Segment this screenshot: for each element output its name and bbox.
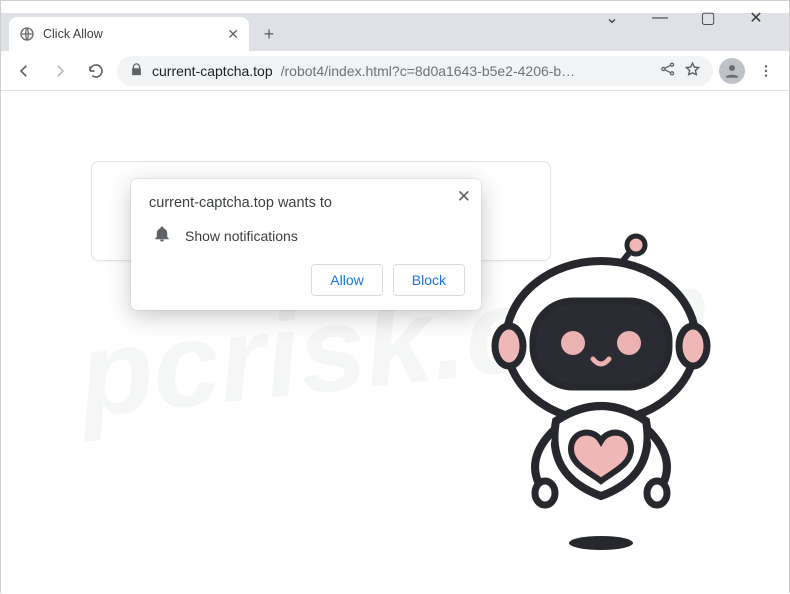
profile-avatar[interactable] <box>719 58 745 84</box>
dialog-permission-item: Show notifications <box>185 228 298 244</box>
window-close-button[interactable]: ✕ <box>741 7 771 29</box>
address-bar[interactable]: current-captcha.top /robot4/index.html?c… <box>117 56 713 86</box>
window-minimize-button[interactable]: — <box>645 7 675 29</box>
reload-button[interactable] <box>81 56 111 86</box>
kebab-menu-icon[interactable] <box>751 56 781 86</box>
back-button[interactable] <box>9 56 39 86</box>
window-maximize-button[interactable]: ▢ <box>693 7 723 29</box>
tab-search-chevron-icon[interactable]: ⌄ <box>597 7 627 29</box>
tab-close-icon[interactable]: ✕ <box>227 26 239 43</box>
share-icon[interactable] <box>660 61 676 80</box>
allow-button[interactable]: Allow <box>311 264 382 296</box>
new-tab-button[interactable]: + <box>255 20 283 48</box>
bell-icon <box>153 225 171 246</box>
toolbar: current-captcha.top /robot4/index.html?c… <box>1 51 789 91</box>
tab-title: Click Allow <box>43 27 219 41</box>
forward-button[interactable] <box>45 56 75 86</box>
robot-illustration <box>461 231 741 561</box>
dialog-close-icon[interactable]: ✕ <box>457 187 471 207</box>
window-controls: ⌄ — ▢ ✕ <box>597 1 789 29</box>
page-viewport: pcrisk.com YOU ✕ current-captch <box>1 91 789 594</box>
lock-icon <box>129 62 144 80</box>
block-button[interactable]: Block <box>393 264 465 296</box>
url-path: /robot4/index.html?c=8d0a1643-b5e2-4206-… <box>281 63 652 79</box>
browser-tab[interactable]: Click Allow ✕ <box>9 17 249 51</box>
url-host: current-captcha.top <box>152 63 273 79</box>
notification-permission-dialog: ✕ current-captcha.top wants to Show noti… <box>131 179 481 310</box>
dialog-heading: current-captcha.top wants to <box>149 195 465 211</box>
bookmark-star-icon[interactable] <box>684 61 701 81</box>
globe-icon <box>19 26 35 42</box>
